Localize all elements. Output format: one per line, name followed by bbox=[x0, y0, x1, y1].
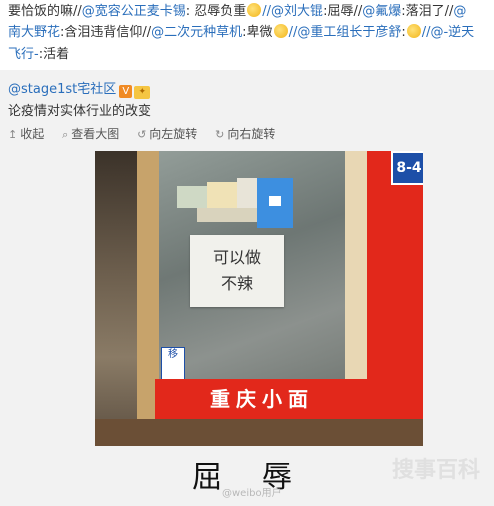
search-icon: ⌕ bbox=[62, 128, 69, 141]
repost-line-2: 南大野花:含泪违背信仰//@二次元种草机:卑微 //@重工组长于彦舒: //@-逆天 bbox=[8, 22, 474, 44]
view-large-label: 查看大图 bbox=[71, 127, 120, 141]
rotate-right-label: 向右旋转 bbox=[227, 127, 276, 141]
collapse-button[interactable]: ↥ 收起 bbox=[8, 124, 44, 145]
address-plaque: 8-4 bbox=[391, 151, 423, 185]
repost-line-1: 要恰饭的嘛//@宽容公正麦卡锡: 忍辱负重 //@刘大锟:屈辱//@氟爆:落泪了/… bbox=[8, 1, 466, 23]
user-link[interactable]: //@刘大锟 bbox=[262, 4, 323, 19]
emoji-icon bbox=[273, 24, 288, 38]
view-large-button[interactable]: ⌕ 查看大图 bbox=[62, 124, 119, 145]
rotate-right-button[interactable]: ↻ 向右旋转 bbox=[215, 124, 275, 145]
site-watermark: 搜事百科 bbox=[392, 458, 481, 483]
repost-text: :活着 bbox=[38, 47, 70, 62]
repost-line-3: 飞行-:活着 bbox=[8, 44, 69, 66]
shop-sign: 重庆小面 bbox=[155, 379, 369, 419]
mosaic-tile bbox=[197, 208, 257, 222]
emoji-icon bbox=[406, 24, 421, 38]
user-link[interactable]: @二次元种草机 bbox=[151, 25, 242, 40]
post-description: 论疫情对实体行业的改变 bbox=[8, 104, 152, 119]
post-photo[interactable]: 8-4 可以做 不辣 移 重庆小面 bbox=[95, 151, 423, 446]
original-post: @stage1st宅社区 V ✦ 论疫情对实体行业的改变 ↥ 收起 ⌕ 查看大图 ↺ 向左… bbox=[0, 70, 494, 506]
rotate-right-icon: ↻ bbox=[215, 128, 225, 141]
post-author[interactable]: @stage1st宅社区 V ✦ bbox=[8, 80, 151, 100]
mosaic-tile bbox=[177, 186, 207, 208]
red-pillar bbox=[367, 151, 423, 446]
mosaic-tile bbox=[269, 196, 281, 206]
mosaic-tile bbox=[237, 178, 257, 208]
mosaic-blur bbox=[177, 178, 293, 228]
notice-line-2: 不辣 bbox=[220, 274, 253, 293]
user-link[interactable]: @氟爆 bbox=[362, 4, 401, 19]
emoji-icon bbox=[247, 3, 262, 17]
repost-text: :卑微 bbox=[242, 25, 273, 40]
mosaic-tile bbox=[207, 182, 237, 208]
arrow-up-icon: ↥ bbox=[8, 128, 18, 141]
weibo-watermark: @weibo用户 bbox=[222, 488, 282, 499]
user-link[interactable]: @宽容公正麦卡锡 bbox=[82, 4, 186, 19]
user-link[interactable]: 飞行- bbox=[8, 47, 39, 62]
user-link[interactable]: @ bbox=[453, 4, 466, 19]
repost-text: :落泪了// bbox=[401, 4, 454, 19]
rotate-left-label: 向左旋转 bbox=[149, 127, 198, 141]
mobile-sticker: 移 bbox=[161, 347, 185, 381]
user-link[interactable]: //@重工组长于彦舒 bbox=[289, 25, 402, 40]
repost-text: :屈辱// bbox=[323, 4, 363, 19]
crown-icon: ✦ bbox=[134, 86, 151, 99]
user-link[interactable]: //@-逆天 bbox=[422, 25, 474, 40]
image-toolbar: ↥ 收起 ⌕ 查看大图 ↺ 向左旋转 ↻ 向右旋转 bbox=[8, 124, 289, 144]
floor bbox=[95, 419, 423, 446]
repost-text: : 忍辱负重 bbox=[185, 4, 247, 19]
verified-icon: V bbox=[119, 85, 133, 98]
repost-text: :含泪违背信仰// bbox=[60, 25, 152, 40]
user-link[interactable]: 南大野花 bbox=[8, 25, 60, 40]
rotate-left-icon: ↺ bbox=[137, 128, 147, 141]
rotate-left-button[interactable]: ↺ 向左旋转 bbox=[137, 124, 197, 145]
handwritten-notice: 可以做 不辣 bbox=[190, 235, 284, 307]
repost-text: : bbox=[401, 25, 406, 40]
collapse-label: 收起 bbox=[20, 127, 45, 141]
repost-chain: 要恰饭的嘛//@宽容公正麦卡锡: 忍辱负重 //@刘大锟:屈辱//@氟爆:落泪了/… bbox=[0, 0, 494, 66]
repost-text: 要恰饭的嘛// bbox=[8, 4, 82, 19]
notice-line-1: 可以做 bbox=[212, 248, 261, 267]
author-name[interactable]: @stage1st宅社区 bbox=[8, 82, 116, 97]
